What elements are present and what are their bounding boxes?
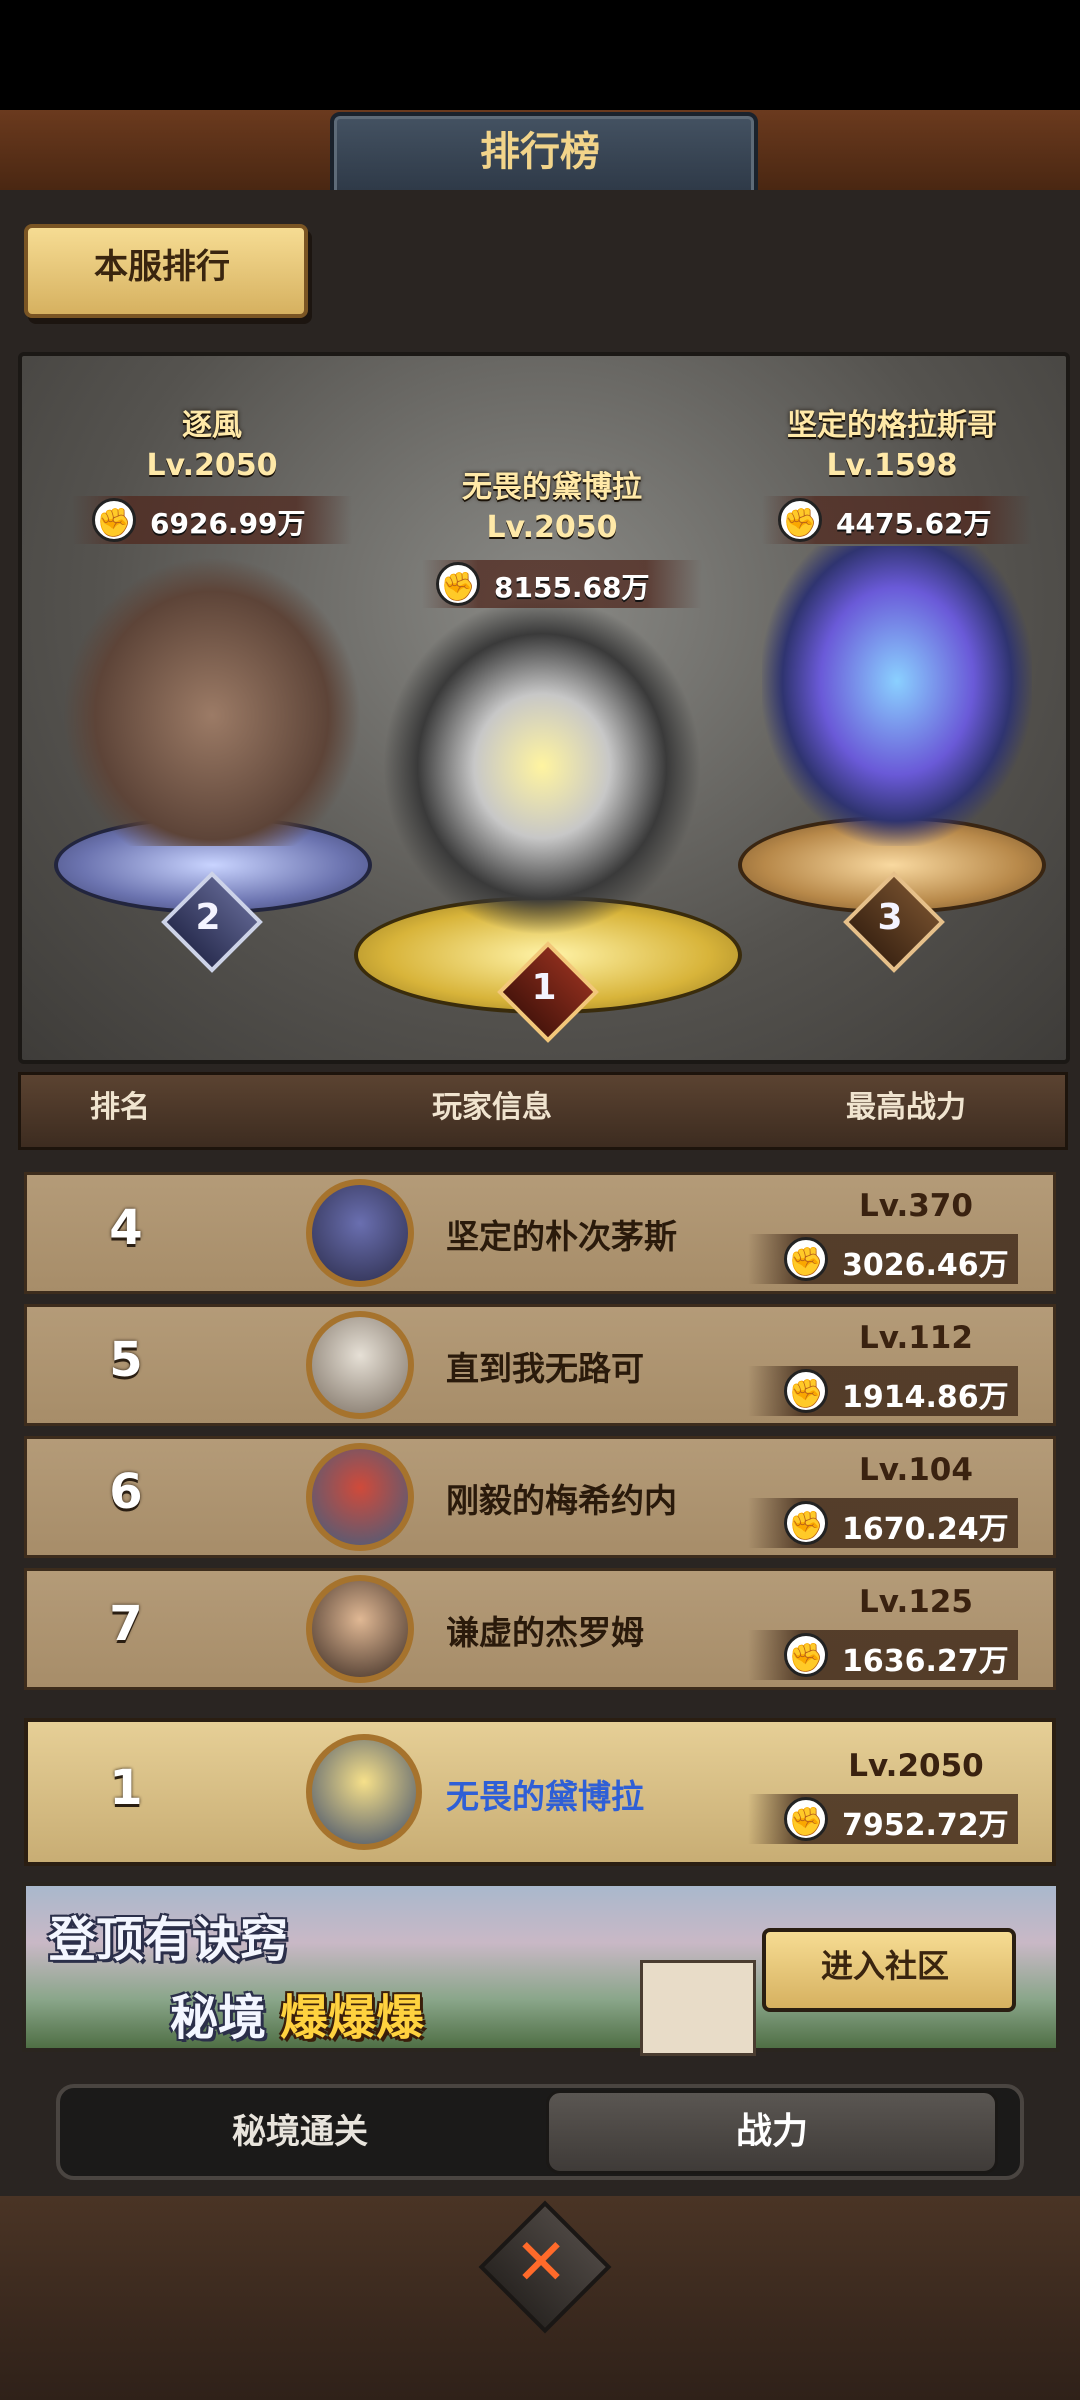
fist-icon: ✊	[784, 1633, 828, 1677]
fist-icon: ✊	[784, 1237, 828, 1281]
column-player: 玩家信息	[432, 1090, 552, 1125]
fist-icon: ✊	[778, 498, 822, 542]
row-rank: 6	[109, 1464, 143, 1520]
row-level: Lv.125	[859, 1584, 973, 1620]
server-ranking-tab-label[interactable]: 本服排行	[24, 224, 300, 310]
row-power: 1636.27万	[842, 1644, 1009, 1679]
character-2-image[interactable]	[62, 556, 362, 846]
tab-secret-realm[interactable]: 秘境通关	[60, 2088, 540, 2176]
player-avatar[interactable]	[306, 1443, 414, 1551]
podium-3-level: Lv.1598	[826, 448, 958, 483]
player-avatar[interactable]	[306, 1311, 414, 1419]
page-title: 排行榜	[480, 129, 600, 175]
podium-2-level: Lv.2050	[146, 448, 278, 483]
banner-subline-b: 爆爆爆	[280, 1990, 425, 2046]
row-player-name: 谦虚的杰罗姆	[446, 1613, 644, 1652]
row-power: 1914.86万	[842, 1380, 1009, 1415]
row-power: 1670.24万	[842, 1512, 1009, 1547]
podium-3-power: 4475.62万	[836, 507, 992, 540]
rank-badge-2-number: 2	[195, 897, 221, 938]
row-player-name: 坚定的朴次茅斯	[446, 1217, 677, 1256]
enter-community-label[interactable]: 进入社区	[762, 1928, 1008, 2004]
status-bar-area	[0, 0, 1080, 110]
fist-icon: ✊	[784, 1797, 828, 1841]
my-player-name: 无畏的黛博拉	[446, 1777, 644, 1816]
banner-headline: 登顶有诀窍	[48, 1912, 289, 1968]
player-avatar[interactable]	[306, 1575, 414, 1683]
rank-badge-1-number: 1	[531, 967, 557, 1008]
row-level: Lv.112	[859, 1320, 973, 1356]
row-rank: 5	[109, 1332, 143, 1388]
podium-3-name: 坚定的格拉斯哥	[787, 408, 997, 443]
fist-icon: ✊	[436, 562, 480, 606]
podium-area: 2 1 3 逐風 Lv.2050 ✊ 6926.99万 无畏的黛博拉 Lv.20…	[18, 352, 1070, 1064]
row-level: Lv.104	[859, 1452, 973, 1488]
row-rank: 4	[109, 1200, 143, 1256]
fist-icon: ✊	[784, 1369, 828, 1413]
my-level: Lv.2050	[848, 1748, 984, 1784]
podium-1-power: 8155.68万	[494, 571, 650, 604]
column-power: 最高战力	[846, 1090, 966, 1125]
my-power: 7952.72万	[842, 1808, 1009, 1843]
podium-1-name: 无畏的黛博拉	[462, 470, 642, 505]
character-1-image[interactable]	[382, 596, 702, 936]
podium-2-name: 逐風	[182, 408, 242, 443]
row-rank: 7	[109, 1596, 143, 1652]
row-level: Lv.370	[859, 1188, 973, 1224]
banner-subline-a: 秘境	[170, 1990, 267, 2046]
row-player-name: 刚毅的梅希约内	[446, 1481, 677, 1520]
podium-1-level: Lv.2050	[486, 510, 618, 545]
fist-icon: ✊	[784, 1501, 828, 1545]
rank-badge-3-number: 3	[877, 897, 903, 938]
my-avatar[interactable]	[306, 1734, 422, 1850]
character-3-image[interactable]	[762, 546, 1032, 846]
player-avatar[interactable]	[306, 1179, 414, 1287]
banner-house	[640, 1960, 756, 2056]
close-icon[interactable]: ✕	[498, 2220, 584, 2306]
row-player-name: 直到我无路可	[446, 1349, 644, 1388]
fist-icon: ✊	[92, 498, 136, 542]
tab-power-label[interactable]: 战力	[546, 2090, 998, 2174]
column-rank: 排名	[90, 1090, 150, 1125]
row-power: 3026.46万	[842, 1248, 1009, 1283]
my-rank: 1	[109, 1760, 143, 1816]
podium-2-power: 6926.99万	[150, 507, 306, 540]
